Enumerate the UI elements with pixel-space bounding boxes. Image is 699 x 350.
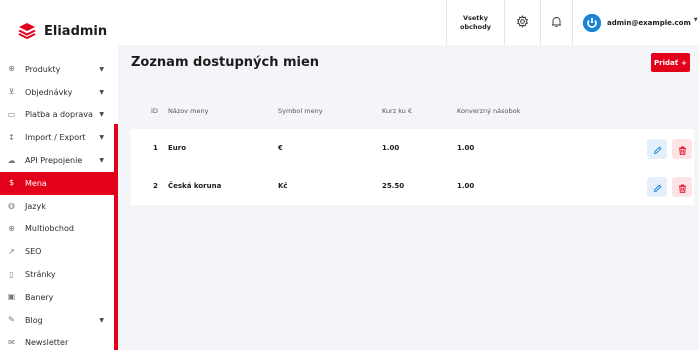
bell-icon	[551, 13, 562, 32]
user-menu[interactable]: admin@example.com ▼	[572, 0, 699, 45]
image-icon: ▣	[7, 292, 16, 302]
sidebar-item-label: Import / Export	[25, 133, 86, 143]
sidebar-item-import[interactable]: ↕ Import / Export ▼	[0, 126, 114, 149]
cell-name: Euro	[168, 144, 187, 152]
sidebar-item-label: Platba a doprava	[25, 110, 93, 120]
column-header-id: ID	[151, 107, 158, 115]
settings-button[interactable]	[504, 0, 540, 45]
sidebar-item-objednavky[interactable]: ⊻ Objednávky ▼	[0, 81, 114, 104]
edit-button[interactable]	[647, 139, 667, 159]
globe-grid-icon: ⊕	[8, 223, 15, 233]
top-header: Vsetky obchody admin@example.com ▼	[118, 0, 699, 45]
sidebar-item-label: Newsletter	[25, 338, 69, 348]
cell-rate: 1.00	[382, 144, 400, 152]
add-currency-button[interactable]: Pridať +	[651, 53, 690, 72]
sidebar-item-api[interactable]: ☁ API Prepojenie ▼	[0, 149, 114, 172]
logo-icon	[18, 22, 36, 40]
shop-selector-button[interactable]: Vsetky obchody	[446, 0, 504, 45]
card-icon: ▭	[7, 109, 16, 119]
notifications-button[interactable]	[540, 0, 572, 45]
sidebar-item-banery[interactable]: ▣ Banery	[0, 286, 114, 309]
add-button-label: Pridať	[654, 58, 679, 67]
sidebar-item-label: SEO	[25, 247, 42, 257]
column-header-rate: Kurz ku €	[382, 107, 413, 115]
cell-rate: 25.50	[382, 182, 405, 190]
sidebar-item-label: Blog	[25, 315, 43, 325]
sidebar-nav: ⊕ Produkty ▼ ⊻ Objednávky ▼ ▭ Platba a d…	[0, 58, 114, 350]
chevron-down-icon: ▼	[99, 157, 104, 165]
pencil-icon	[653, 140, 662, 159]
column-header-symbol: Symbol meny	[278, 107, 323, 115]
cloud-icon: ☁	[7, 155, 16, 165]
sidebar-item-produkty[interactable]: ⊕ Produkty ▼	[0, 58, 114, 81]
pencil-icon: ✎	[8, 315, 15, 325]
app-name: Eliadmin	[44, 23, 108, 39]
trash-icon	[678, 140, 687, 159]
cell-name: Česká koruna	[168, 182, 222, 190]
plus-icon: +	[681, 58, 687, 67]
sidebar-item-label: API Prepojenie	[25, 156, 83, 166]
delete-button[interactable]	[672, 139, 692, 159]
sidebar-item-label: Stránky	[25, 270, 56, 280]
chevron-down-icon: ▼	[99, 65, 104, 73]
cell-id: 1	[153, 144, 158, 152]
chevron-down-icon: ▼	[99, 134, 104, 142]
sort-icon: ↕	[8, 132, 15, 142]
trash-icon	[678, 178, 687, 197]
chevron-down-icon: ▼	[693, 16, 698, 23]
sidebar-item-platba[interactable]: ▭ Platba a doprava ▼	[0, 104, 114, 127]
sidebar: Eliadmin ⊕ Produkty ▼ ⊻ Objednávky ▼ ▭ P…	[0, 0, 118, 350]
cell-multiplier: 1.00	[457, 144, 475, 152]
pencil-icon	[653, 178, 662, 197]
cell-id: 2	[153, 182, 158, 190]
sidebar-item-multiobchod[interactable]: ⊕ Multiobchod	[0, 218, 114, 241]
column-header-name: Názov meny	[168, 107, 209, 115]
sidebar-item-jazyk[interactable]: ◍ Jazyk	[0, 195, 114, 218]
cell-multiplier: 1.00	[457, 182, 475, 190]
page-icon: ▯	[9, 269, 14, 279]
cell-symbol: €	[278, 144, 283, 152]
sidebar-item-mena[interactable]: $ Mena	[0, 171, 114, 195]
column-header-multiplier: Konverzný násobok	[457, 107, 521, 115]
avatar	[583, 13, 601, 32]
sidebar-item-seo[interactable]: ↗ SEO	[0, 240, 114, 263]
sidebar-item-label: Banery	[25, 292, 54, 302]
sidebar-item-label: Mena	[25, 178, 47, 188]
sidebar-item-label: Objednávky	[25, 87, 73, 97]
logo[interactable]: Eliadmin	[0, 0, 118, 62]
delete-button[interactable]	[672, 177, 692, 197]
cart-icon: ⊻	[8, 87, 15, 97]
edit-button[interactable]	[647, 177, 667, 197]
table-row: 2 Česká koruna Kč 25.50 1.00	[131, 167, 694, 205]
box-icon: ⊕	[8, 64, 15, 74]
cell-symbol: Kč	[278, 182, 288, 190]
gear-icon	[516, 13, 529, 32]
chevron-down-icon: ▼	[99, 316, 104, 324]
sidebar-item-blog[interactable]: ✎ Blog ▼	[0, 309, 114, 332]
globe-icon: ◍	[8, 201, 15, 211]
sidebar-item-label: Jazyk	[25, 201, 46, 211]
sidebar-item-newsletter[interactable]: ✉ Newsletter	[0, 332, 114, 350]
page-title: Zoznam dostupných mien	[131, 55, 320, 70]
sidebar-accent-bar	[114, 124, 118, 350]
mail-icon: ✉	[8, 337, 15, 347]
sidebar-item-label: Multiobchod	[25, 224, 74, 234]
sidebar-item-stranky[interactable]: ▯ Stránky	[0, 263, 114, 286]
chevron-down-icon: ▼	[99, 88, 104, 96]
sidebar-item-label: Produkty	[25, 64, 61, 74]
dollar-icon: $	[8, 178, 15, 188]
table-row: 1 Euro € 1.00 1.00	[131, 129, 694, 167]
chevron-down-icon: ▼	[99, 111, 104, 119]
trend-icon: ↗	[8, 246, 15, 256]
user-email: admin@example.com	[607, 18, 691, 27]
